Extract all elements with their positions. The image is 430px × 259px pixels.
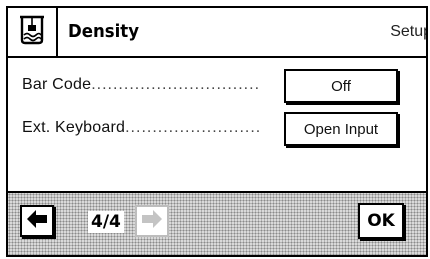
footer-bar: 4/4 OK xyxy=(8,191,426,255)
density-beaker-icon xyxy=(17,14,47,51)
bar-code-value-button[interactable]: Off xyxy=(284,69,398,103)
page-title: Density xyxy=(68,21,140,42)
setup-label: Setup xyxy=(390,23,428,40)
arrow-left-icon xyxy=(26,209,48,234)
setting-row-ext-keyboard: Ext. Keyboard......................... O… xyxy=(8,109,426,149)
terminal-screen: Density Setup Bar Code..................… xyxy=(6,6,428,257)
ext-keyboard-value-button[interactable]: Open Input xyxy=(284,112,398,146)
ok-button[interactable]: OK xyxy=(358,203,404,239)
leader-dots: ............................... xyxy=(91,76,261,93)
header-bar: Density Setup xyxy=(8,8,426,58)
back-button[interactable] xyxy=(20,205,54,237)
leader-dots: ......................... xyxy=(125,119,262,136)
app-icon-button[interactable] xyxy=(8,8,58,56)
page-indicator: 4/4 xyxy=(88,211,124,233)
arrow-right-icon xyxy=(141,209,163,234)
forward-button[interactable] xyxy=(135,205,169,237)
setting-label: Ext. Keyboard xyxy=(22,119,126,136)
setting-label: Bar Code xyxy=(22,76,92,93)
setting-row-bar-code: Bar Code............................... … xyxy=(8,66,426,106)
